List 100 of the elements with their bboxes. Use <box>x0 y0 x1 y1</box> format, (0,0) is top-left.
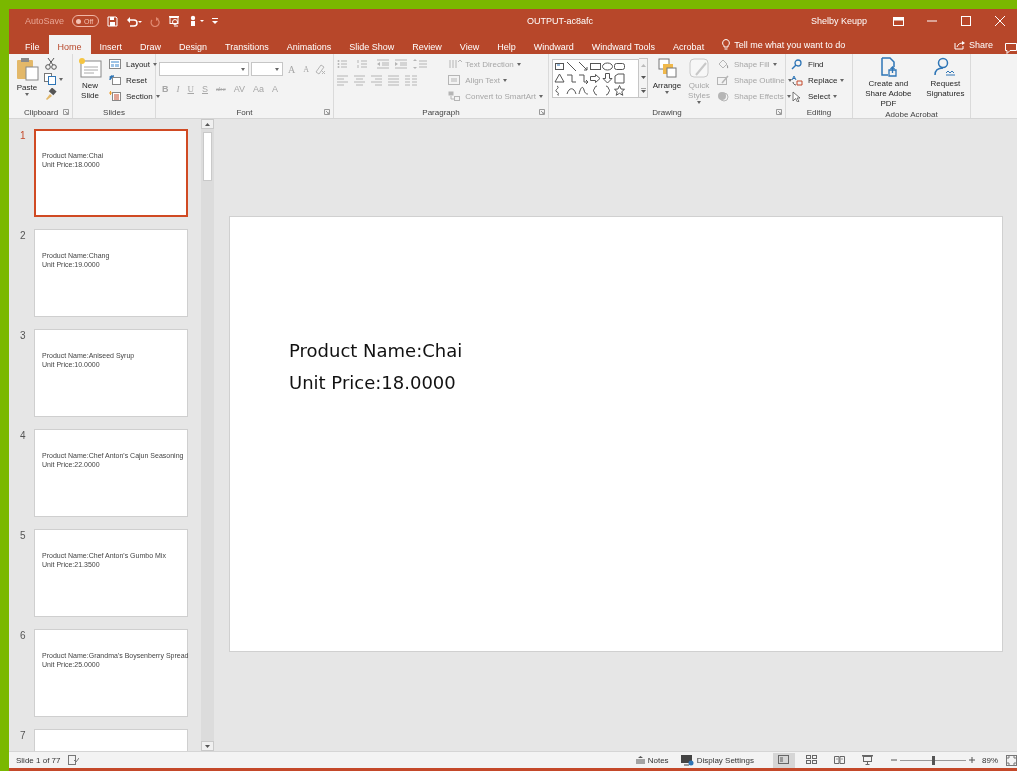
new-slide-button[interactable]: New Slide <box>76 56 104 102</box>
oval-shape-icon[interactable] <box>602 60 613 72</box>
create-pdf-button[interactable]: Create and Share Adobe PDF <box>856 56 921 110</box>
ribbon-tab[interactable]: Animations <box>277 35 341 54</box>
presentation-icon[interactable] <box>168 15 181 27</box>
user-name[interactable]: Shelby Keupp <box>810 16 867 26</box>
caret-icon <box>59 77 63 81</box>
zoom-slider-thumb[interactable] <box>932 755 935 765</box>
reset-button[interactable]: Reset <box>107 72 162 88</box>
text-direction-icon <box>448 58 463 70</box>
slide-number: 2 <box>19 229 27 243</box>
group-label: Clipboard <box>23 107 59 117</box>
ribbon-tab[interactable]: Review <box>403 35 451 54</box>
slide-show-icon <box>862 755 874 765</box>
shapes-gallery[interactable] <box>552 58 639 98</box>
request-signatures-button[interactable]: Request Signatures <box>923 56 967 100</box>
copy-icon[interactable] <box>44 73 57 85</box>
ribbon-tab[interactable]: Draw <box>131 35 171 54</box>
dialog-launcher-icon[interactable] <box>63 109 69 115</box>
group-label: Adobe Acrobat <box>885 110 938 119</box>
ribbon-tab[interactable]: Help <box>488 35 525 54</box>
select-button[interactable]: Select <box>789 88 847 104</box>
maximize-icon <box>961 16 971 26</box>
paint-bucket-icon <box>717 58 731 70</box>
font-size-field[interactable] <box>251 62 283 76</box>
section-icon <box>109 90 123 102</box>
pdf-share-icon <box>879 57 898 77</box>
scroll-up-button[interactable] <box>201 119 214 129</box>
ribbon-tab[interactable]: Windward Tools <box>582 35 665 54</box>
layout-icon <box>109 58 123 70</box>
group-label: Slides <box>103 107 125 117</box>
ribbon-tab[interactable]: Design <box>170 35 217 54</box>
undo-icon[interactable] <box>126 15 143 27</box>
slide-number: 4 <box>19 429 27 443</box>
right-arrow-shape-icon[interactable] <box>590 72 601 84</box>
slide-text[interactable]: Product Name:Chai <box>289 335 1002 367</box>
caret-icon <box>833 94 838 98</box>
share-icon <box>953 39 965 50</box>
arrange-button[interactable]: Arrange <box>651 56 683 95</box>
more-icon[interactable] <box>640 87 646 93</box>
down-arrow-shape-icon[interactable] <box>602 72 613 84</box>
reset-icon <box>109 74 123 86</box>
arrow-line-shape-icon[interactable] <box>578 60 589 72</box>
scroll-up-icon <box>205 122 210 126</box>
text-box-shape-icon[interactable] <box>554 60 565 72</box>
tell-me-search[interactable]: Tell me what you want to do <box>713 35 852 54</box>
section-button[interactable]: Section <box>107 88 162 104</box>
new-slide-icon <box>78 57 102 79</box>
align-text-icon <box>448 74 463 86</box>
signature-person-icon <box>934 57 957 77</box>
caret-icon <box>275 67 279 71</box>
ribbon-tab[interactable]: File <box>16 35 49 54</box>
snip-rectangle-shape-icon[interactable] <box>614 72 625 84</box>
accessibility-check-icon[interactable] <box>68 755 80 765</box>
elbow-arrow-shape-icon[interactable] <box>578 72 589 84</box>
customize-icon[interactable] <box>212 17 219 25</box>
ribbon-display-icon <box>892 16 904 26</box>
slide-text[interactable]: Unit Price:18.0000 <box>289 367 1002 399</box>
save-icon[interactable] <box>107 15 119 27</box>
rounded-rectangle-shape-icon[interactable] <box>614 60 625 72</box>
fit-to-window-icon[interactable] <box>1006 754 1017 766</box>
ribbon-tab[interactable]: View <box>450 35 489 54</box>
ribbon-tab[interactable]: Acrobat <box>664 35 714 54</box>
comments-icon[interactable] <box>1005 43 1017 54</box>
ribbon-tab[interactable]: Windward <box>524 35 583 54</box>
line-shape-icon[interactable] <box>566 60 577 72</box>
ribbon-tab[interactable]: Home <box>48 35 91 54</box>
scroll-down-button[interactable] <box>201 741 214 751</box>
ribbon-tab[interactable]: Transitions <box>216 35 278 54</box>
group-label: Editing <box>806 107 832 117</box>
paintbrush-icon[interactable] <box>44 88 57 100</box>
scissors-icon[interactable] <box>44 57 58 70</box>
notes-button[interactable]: Notes <box>629 752 675 768</box>
normal-view-button[interactable] <box>773 752 795 768</box>
reading-view-icon <box>834 755 846 765</box>
search-icon <box>791 58 805 70</box>
ribbon-tab[interactable]: Slide Show <box>340 35 404 54</box>
quick-styles-icon <box>688 57 710 79</box>
ribbon-tab[interactable]: Insert <box>90 35 132 54</box>
font-name-field[interactable] <box>159 62 249 76</box>
slide-number: 3 <box>19 329 27 343</box>
display-settings-button[interactable]: Display Settings <box>674 752 760 768</box>
caret-icon <box>697 101 701 104</box>
scrollbar-thumb[interactable] <box>203 132 212 181</box>
curve-shape-icon[interactable] <box>578 84 589 96</box>
share-button[interactable]: Share <box>953 35 993 54</box>
triangle-shape-icon[interactable] <box>554 72 565 84</box>
autosave-label: AutoSave <box>25 16 65 26</box>
paste-button[interactable]: Paste <box>13 56 41 97</box>
zoom-level[interactable]: 89% <box>982 755 998 765</box>
scroll-down-icon[interactable] <box>640 75 646 79</box>
dialog-launcher-icon[interactable] <box>776 109 782 115</box>
slide-sorter-icon <box>806 755 818 765</box>
slide-counter: Slide 1 of 77 <box>16 755 61 765</box>
rectangle-shape-icon[interactable] <box>590 60 601 72</box>
star-shape-icon[interactable] <box>614 84 625 96</box>
group-label: Drawing <box>652 107 682 117</box>
zoom-in-icon[interactable] <box>968 756 976 764</box>
pen-outline-icon <box>717 74 731 86</box>
caret-icon <box>665 91 669 94</box>
